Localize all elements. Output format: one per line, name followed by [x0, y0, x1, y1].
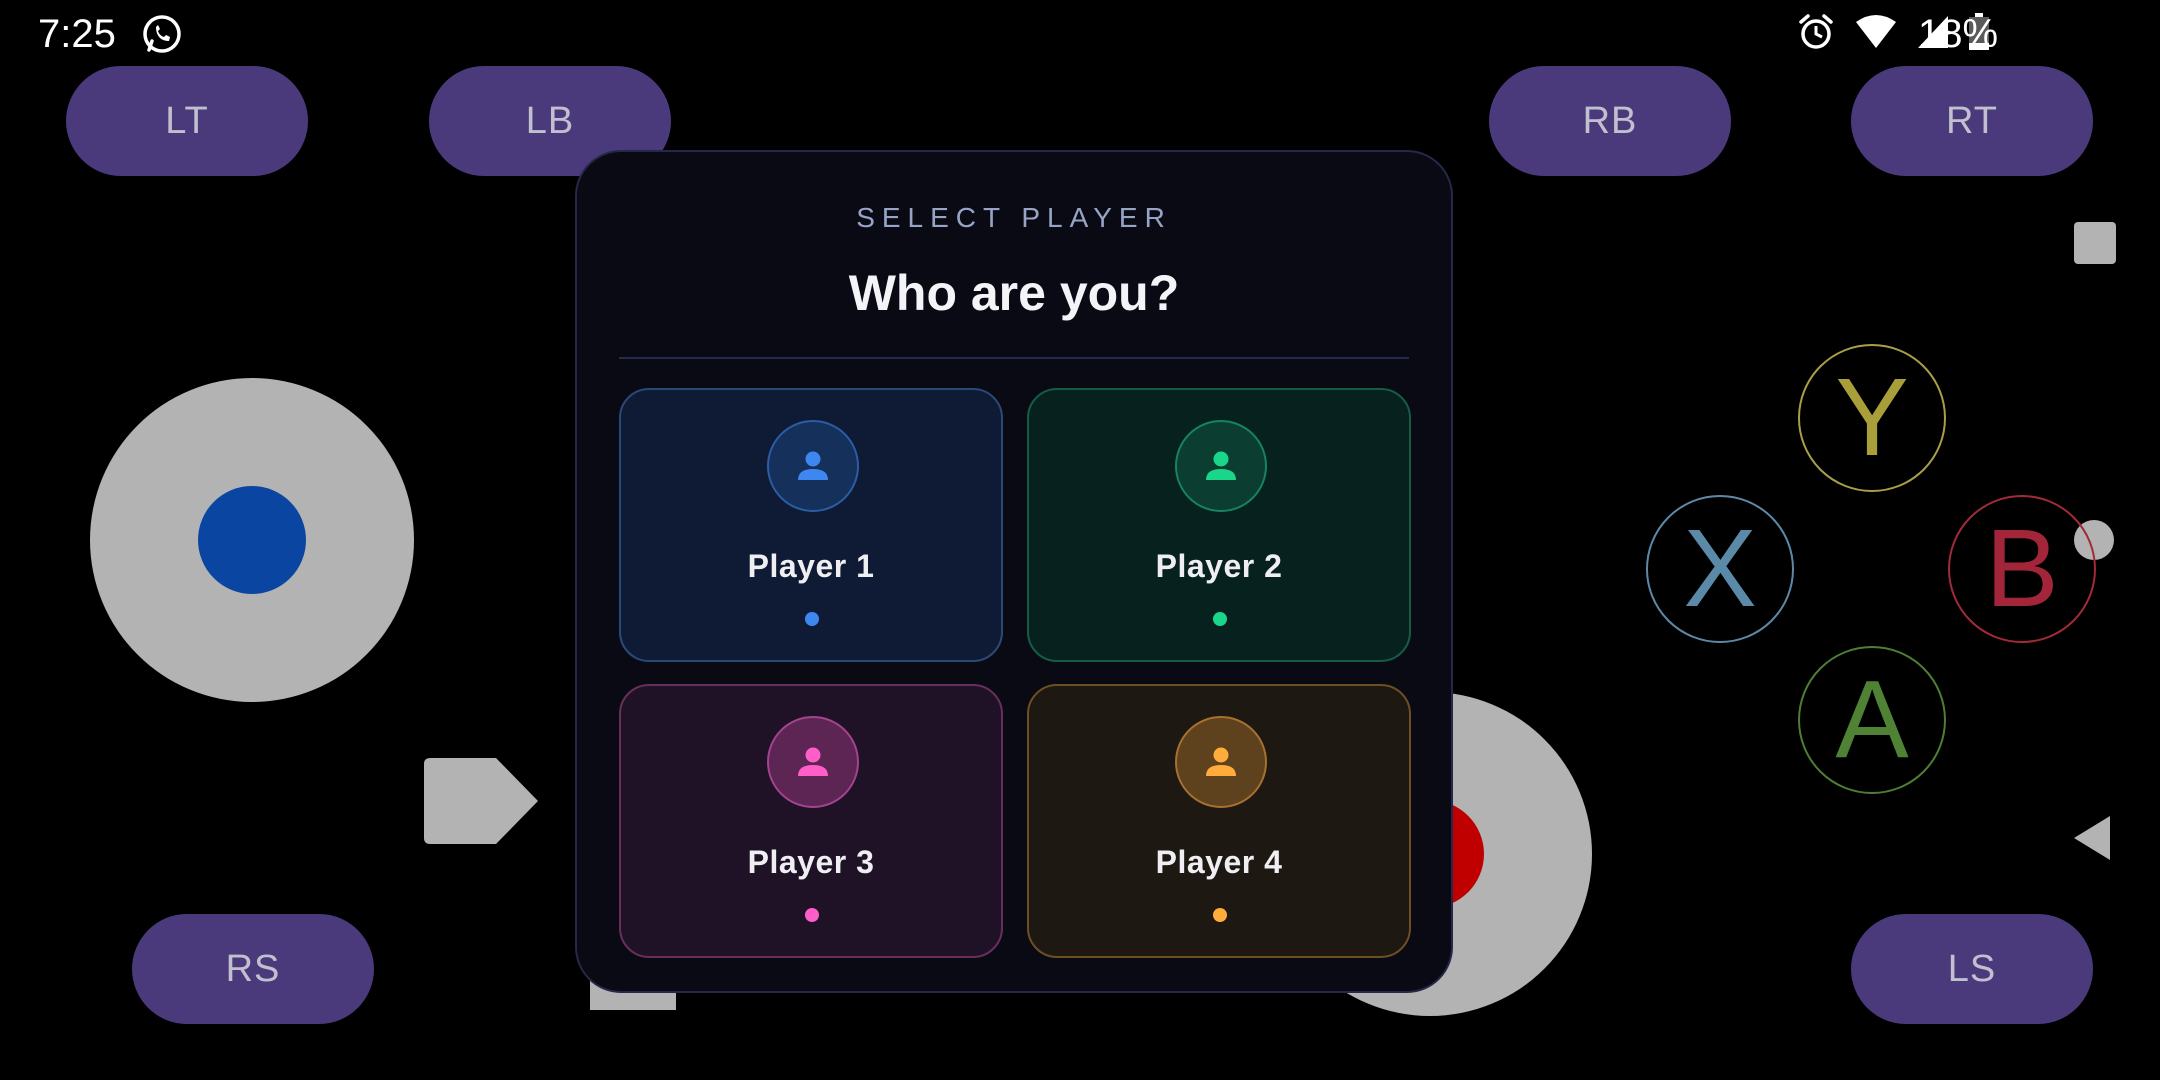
player-label: Player 2: [1155, 548, 1283, 584]
alarm-icon: [1796, 12, 1836, 57]
whatsapp-icon: [140, 12, 184, 56]
controller-screen: 7:25 18% LT LB RB RT RS LS Y X B A SELEC…: [0, 0, 2160, 1080]
b-button[interactable]: B: [1948, 495, 2096, 643]
dialog-eyebrow: SELECT PLAYER: [856, 202, 1172, 233]
player-label: Player 3: [747, 844, 875, 880]
player-1-card[interactable]: Player 1: [619, 388, 1003, 662]
back-triangle-icon[interactable]: [2070, 814, 2114, 862]
user-icon: [767, 420, 859, 512]
player-2-card[interactable]: Player 2: [1027, 388, 1411, 662]
player-label: Player 1: [747, 548, 875, 584]
player-color-dot: [805, 612, 819, 626]
rt-button[interactable]: RT: [1851, 66, 2093, 176]
rs-button[interactable]: RS: [132, 914, 374, 1024]
lt-button[interactable]: LT: [66, 66, 308, 176]
user-icon: [767, 716, 859, 808]
player-color-dot: [1213, 612, 1227, 626]
user-icon: [1175, 420, 1267, 512]
dpad-right-arrow-icon[interactable]: [424, 758, 538, 844]
wifi-icon: [1854, 14, 1898, 55]
player-label: Player 4: [1155, 844, 1283, 880]
rb-button[interactable]: RB: [1489, 66, 1731, 176]
y-button[interactable]: Y: [1798, 344, 1946, 492]
player-color-dot: [805, 908, 819, 922]
a-button[interactable]: A: [1798, 646, 1946, 794]
user-icon: [1175, 716, 1267, 808]
status-time: 7:25: [38, 12, 116, 56]
x-button[interactable]: X: [1646, 495, 1794, 643]
left-joystick-knob[interactable]: [198, 486, 306, 594]
battery-percent: 18%: [1918, 12, 1999, 56]
player-color-dot: [1213, 908, 1227, 922]
player-3-card[interactable]: Player 3: [619, 684, 1003, 958]
recents-square-icon[interactable]: [2074, 222, 2116, 264]
ls-button[interactable]: LS: [1851, 914, 2093, 1024]
dialog-title: Who are you?: [848, 265, 1180, 321]
select-player-dialog: SELECT PLAYER Who are you? Player 1 Play…: [575, 150, 1453, 993]
dialog-divider: [619, 357, 1409, 359]
player-4-card[interactable]: Player 4: [1027, 684, 1411, 958]
